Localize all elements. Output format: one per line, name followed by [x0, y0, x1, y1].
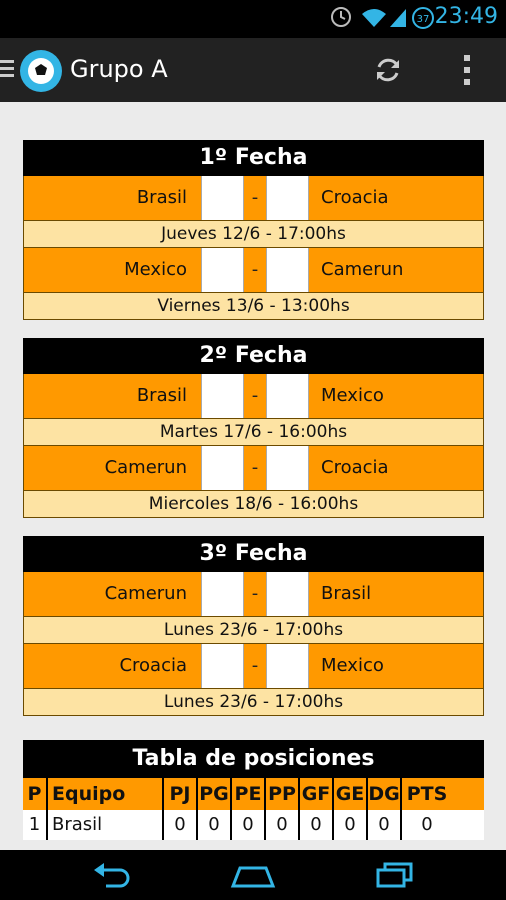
match-row: Brasil - Mexico — [23, 374, 484, 419]
table-cell: 0 — [232, 810, 266, 840]
table-cell: 0 — [164, 810, 198, 840]
column-header: GE — [334, 778, 368, 810]
home-team: Brasil — [136, 187, 187, 208]
match-row: Camerun - Croacia — [23, 446, 484, 491]
away-score-input[interactable] — [266, 248, 309, 292]
fixture-group-1: 1º Fecha Brasil - Croacia Jueves 12/6 - … — [23, 140, 484, 320]
away-score-input[interactable] — [266, 446, 309, 490]
table-cell: 0 — [334, 810, 368, 840]
table-cell: 0 — [300, 810, 334, 840]
column-header: P — [23, 778, 48, 810]
away-team: Croacia — [321, 457, 389, 478]
refresh-icon[interactable] — [372, 54, 404, 86]
table-row: 1 Brasil 0 0 0 0 0 0 0 0 — [23, 810, 484, 840]
away-team: Mexico — [321, 385, 384, 406]
home-team: Brasil — [136, 385, 187, 406]
home-team: Camerun — [104, 583, 187, 604]
away-team: Camerun — [321, 259, 404, 280]
away-score-input[interactable] — [266, 572, 309, 616]
home-team: Camerun — [104, 457, 187, 478]
home-team: Mexico — [124, 259, 187, 280]
home-score-input[interactable] — [201, 248, 244, 292]
table-cell: 0 — [266, 810, 300, 840]
svg-text:37: 37 — [417, 14, 430, 25]
overflow-menu-icon[interactable] — [460, 52, 474, 88]
standings-header-row: P Equipo PJ PG PE PP GF GE DG PTS — [23, 778, 484, 810]
match-row: Croacia - Mexico — [23, 644, 484, 689]
home-score-input[interactable] — [201, 374, 244, 418]
score-separator: - — [251, 385, 259, 406]
away-team: Brasil — [321, 583, 372, 604]
status-bar: 37 23:49 — [0, 0, 506, 38]
score-separator: - — [251, 583, 259, 604]
home-score-input[interactable] — [201, 644, 244, 688]
column-header: PE — [232, 778, 266, 810]
match-date: Jueves 12/6 - 17:00hs — [23, 221, 484, 248]
recent-apps-icon[interactable] — [375, 862, 415, 888]
match-date: Miercoles 18/6 - 16:00hs — [23, 491, 484, 518]
away-score-input[interactable] — [266, 644, 309, 688]
score-separator: - — [251, 655, 259, 676]
fixture-title: 2º Fecha — [23, 338, 484, 374]
signal-icon — [390, 9, 406, 27]
match-row: Brasil - Croacia — [23, 176, 484, 221]
score-separator: - — [251, 259, 259, 280]
home-score-input[interactable] — [201, 572, 244, 616]
match-date: Lunes 23/6 - 17:00hs — [23, 617, 484, 644]
column-header: Equipo — [48, 778, 164, 810]
home-score-input[interactable] — [201, 176, 244, 220]
battery-icon: 37 — [412, 7, 434, 29]
app-icon[interactable] — [20, 50, 62, 92]
table-cell: 1 — [23, 810, 48, 840]
away-score-input[interactable] — [266, 176, 309, 220]
table-cell: 0 — [368, 810, 402, 840]
home-icon[interactable] — [230, 862, 276, 888]
away-score-input[interactable] — [266, 374, 309, 418]
standings-title: Tabla de posiciones — [23, 740, 484, 778]
away-team: Mexico — [321, 655, 384, 676]
content-area: 1º Fecha Brasil - Croacia Jueves 12/6 - … — [0, 102, 506, 850]
match-row: Camerun - Brasil — [23, 572, 484, 617]
away-team: Croacia — [321, 187, 389, 208]
score-separator: - — [251, 187, 259, 208]
back-icon[interactable] — [92, 862, 132, 888]
match-date: Lunes 23/6 - 17:00hs — [23, 689, 484, 716]
fixture-group-2: 2º Fecha Brasil - Mexico Martes 17/6 - 1… — [23, 338, 484, 518]
column-header: PP — [266, 778, 300, 810]
table-cell: Brasil — [48, 810, 164, 840]
match-date: Martes 17/6 - 16:00hs — [23, 419, 484, 446]
match-date: Viernes 13/6 - 13:00hs — [23, 293, 484, 320]
table-cell: 0 — [421, 814, 433, 835]
score-separator: - — [251, 457, 259, 478]
column-header: PG — [198, 778, 232, 810]
fixture-title: 3º Fecha — [23, 536, 484, 572]
status-time: 23:49 — [434, 4, 498, 29]
action-bar: Grupo A — [0, 38, 506, 102]
column-header: PJ — [164, 778, 198, 810]
home-score-input[interactable] — [201, 446, 244, 490]
table-cell: 0 — [198, 810, 232, 840]
menu-icon[interactable] — [0, 60, 14, 80]
page-title: Grupo A — [70, 55, 168, 83]
column-header: PTS — [406, 783, 448, 805]
home-team: Croacia — [119, 655, 187, 676]
clock-icon — [331, 7, 351, 27]
standings-table: Tabla de posiciones P Equipo PJ PG PE PP… — [23, 740, 484, 840]
match-row: Mexico - Camerun — [23, 248, 484, 293]
fixture-title: 1º Fecha — [23, 140, 484, 176]
navigation-bar — [0, 850, 506, 900]
fixture-group-3: 3º Fecha Camerun - Brasil Lunes 23/6 - 1… — [23, 536, 484, 716]
wifi-icon — [362, 9, 386, 27]
column-header: DG — [368, 778, 402, 810]
column-header: GF — [300, 778, 334, 810]
